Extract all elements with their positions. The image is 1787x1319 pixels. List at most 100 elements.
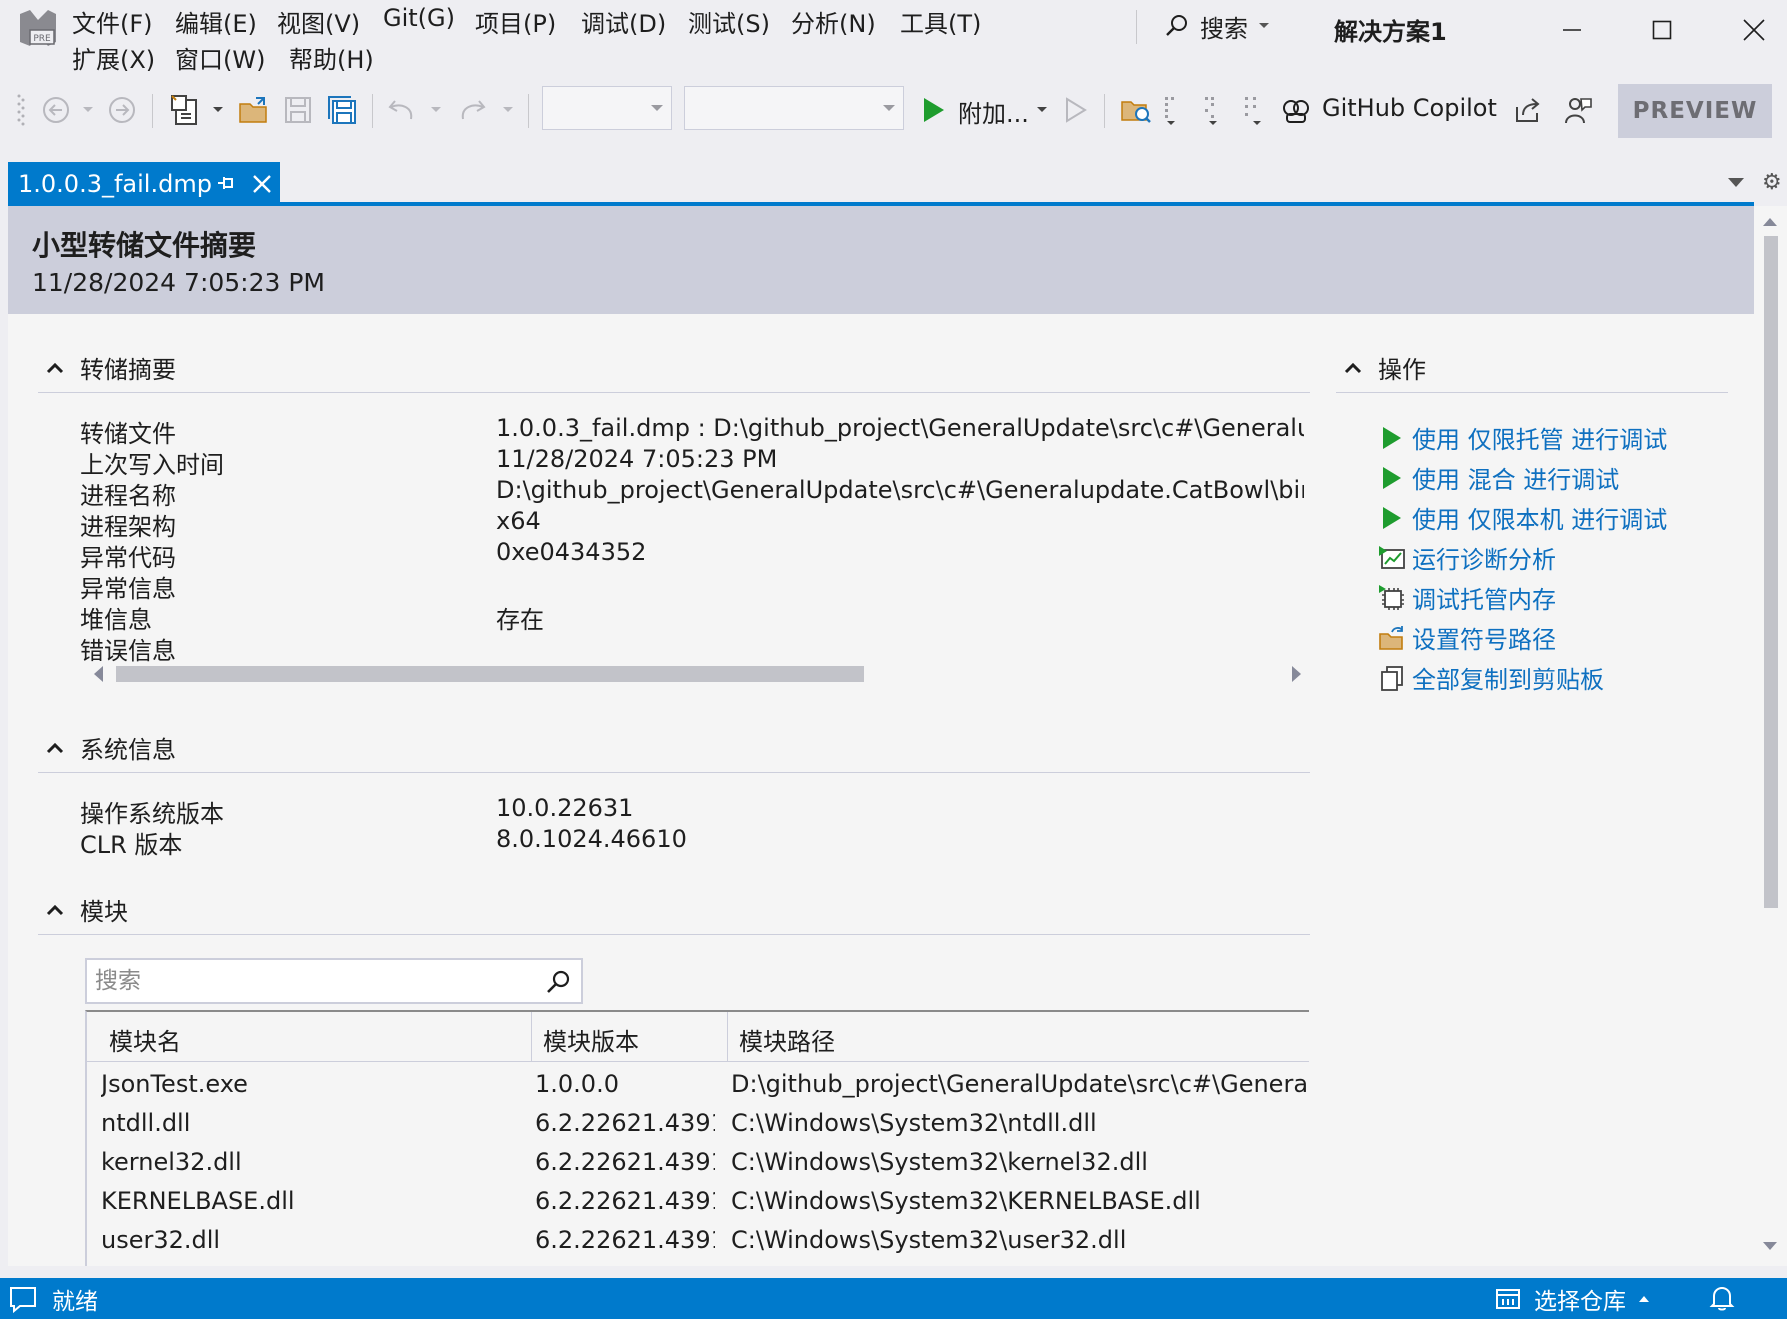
label-heap-info: 堆信息 [80,606,152,634]
output-window-icon[interactable] [8,1284,38,1314]
column-header-module-path[interactable]: 模块路径 [739,1022,835,1057]
solution-platform-combo[interactable] [684,86,904,130]
toggle-bookmark-button[interactable] [1236,90,1276,130]
tab-dump-file[interactable]: 1.0.0.3_fail.dmp [8,162,280,206]
chevron-down-icon[interactable] [82,106,94,114]
share-button[interactable] [1508,90,1548,130]
start-debug-button[interactable] [914,90,954,130]
toolbar-separator [528,94,529,128]
column-resize-handle[interactable] [531,1012,532,1062]
menu-test[interactable]: 测试(S) [688,4,770,39]
save-button[interactable] [278,90,318,130]
uncomment-selection-button[interactable] [1196,90,1236,130]
start-without-debug-button[interactable] [1056,90,1096,130]
gear-icon[interactable]: ⚙ [1762,170,1782,195]
copilot-button[interactable] [1276,90,1316,130]
new-item-button[interactable] [164,90,204,130]
navigate-back-button[interactable] [36,90,76,130]
copilot-label[interactable]: GitHub Copilot [1322,94,1497,122]
section-divider [38,934,1310,935]
maximize-button[interactable] [1632,8,1692,52]
action-label[interactable]: 使用 混合 进行调试 [1412,460,1619,495]
section-divider [38,392,1310,393]
scroll-right-arrow-icon[interactable] [1292,666,1301,682]
menu-debug[interactable]: 调试(D) [581,4,666,39]
action-label[interactable]: 设置符号路径 [1412,620,1556,655]
menu-extensions[interactable]: 扩展(X) [72,40,155,75]
action-label[interactable]: 使用 仅限托管 进行调试 [1412,420,1667,455]
table-row[interactable]: kernel32.dll 6.2.22621.4391 C:\Windows\S… [87,1144,1309,1183]
close-tab-icon[interactable] [250,172,274,196]
action-debug-mixed[interactable]: 使用 混合 进行调试 [1378,460,1619,495]
menu-analyze[interactable]: 分析(N) [791,4,876,39]
undo-button[interactable] [382,90,422,130]
action-copy-all-to-clipboard[interactable]: 全部复制到剪贴板 [1378,660,1604,695]
action-label[interactable]: 调试托管内存 [1412,580,1556,615]
column-resize-handle[interactable] [727,1012,728,1062]
tab-list-dropdown-icon[interactable] [1728,178,1744,187]
action-label[interactable]: 全部复制到剪贴板 [1412,660,1604,695]
notifications-button[interactable] [1708,1284,1736,1318]
chevron-down-icon[interactable] [212,106,224,114]
menu-edit[interactable]: 编辑(E) [175,4,257,39]
section-system-info-toggle[interactable]: 系统信息 [44,730,176,765]
feedback-button[interactable] [1558,90,1598,130]
cell-module-path: C:\Windows\System32\KERNELBASE.dll [731,1187,1201,1215]
scroll-left-arrow-icon[interactable] [94,666,103,682]
cell-module-path: C:\Windows\System32\kernel32.dll [731,1148,1148,1176]
navigate-forward-button[interactable] [102,90,142,130]
save-all-button[interactable] [322,90,362,130]
select-repository-button[interactable]: 选择仓库 [1494,1282,1650,1316]
global-search[interactable]: 搜索 [1164,8,1270,44]
menu-view[interactable]: 视图(V) [277,4,360,39]
scroll-up-arrow-icon[interactable] [1763,218,1777,226]
chevron-up-icon [46,742,64,753]
action-label[interactable]: 使用 仅限本机 进行调试 [1412,500,1667,535]
menu-git[interactable]: Git(G) [383,4,455,32]
preview-badge[interactable]: PREVIEW [1618,84,1772,138]
module-search-input[interactable] [95,966,535,996]
vertical-scrollbar[interactable] [1754,206,1787,1266]
action-label[interactable]: 运行诊断分析 [1412,540,1556,575]
table-row[interactable]: JsonTest.exe 1.0.0.0 D:\github_project\G… [87,1066,1309,1105]
section-actions-toggle[interactable]: 操作 [1342,350,1426,385]
section-modules-toggle[interactable]: 模块 [44,892,128,927]
open-file-button[interactable] [234,90,274,130]
find-in-files-button[interactable] [1116,90,1156,130]
table-row[interactable]: KERNELBASE.dll 6.2.22621.4391 C:\Windows… [87,1183,1309,1222]
module-search-box[interactable] [85,958,583,1004]
solution-configuration-combo[interactable] [542,86,672,130]
table-row[interactable]: user32.dll 6.2.22621.4391 C:\Windows\Sys… [87,1222,1309,1261]
menu-project[interactable]: 项目(P) [475,4,556,39]
redo-button[interactable] [452,90,492,130]
cell-module-version: 6.2.22621.4391 [535,1187,715,1215]
scroll-down-arrow-icon[interactable] [1763,1242,1777,1250]
comment-selection-button[interactable] [1156,90,1196,130]
action-run-diagnostics[interactable]: 运行诊断分析 [1378,540,1556,575]
scrollbar-thumb[interactable] [1764,236,1778,908]
action-set-symbol-path[interactable]: 设置符号路径 [1378,620,1556,655]
scrollbar-thumb[interactable] [116,666,864,682]
column-header-module-name[interactable]: 模块名 [109,1022,181,1057]
close-window-button[interactable] [1724,8,1784,52]
label-dump-file: 转储文件 [80,420,176,448]
action-debug-native-only[interactable]: 使用 仅限本机 进行调试 [1378,500,1667,535]
attach-label[interactable]: 附加... [958,94,1029,129]
chevron-down-icon[interactable] [430,106,442,114]
menu-window[interactable]: 窗口(W) [175,40,265,75]
horizontal-scrollbar[interactable] [94,664,1304,684]
table-row[interactable]: ntdll.dll 6.2.22621.4391 C:\Windows\Syst… [87,1105,1309,1144]
menu-help[interactable]: 帮助(H) [289,40,374,75]
copilot-icon [1283,100,1309,123]
menu-file[interactable]: 文件(F) [72,4,153,39]
action-debug-managed-only[interactable]: 使用 仅限托管 进行调试 [1378,420,1667,455]
section-dump-summary-toggle[interactable]: 转储摘要 [44,350,176,385]
column-header-module-version[interactable]: 模块版本 [543,1022,639,1057]
search-icon[interactable] [545,968,573,996]
action-debug-managed-memory[interactable]: 调试托管内存 [1378,580,1556,615]
pin-icon[interactable] [214,170,238,196]
minimize-button[interactable] [1542,8,1602,52]
chevron-down-icon[interactable] [502,106,514,114]
chevron-down-icon[interactable] [1036,106,1048,114]
menu-tools[interactable]: 工具(T) [900,4,981,39]
